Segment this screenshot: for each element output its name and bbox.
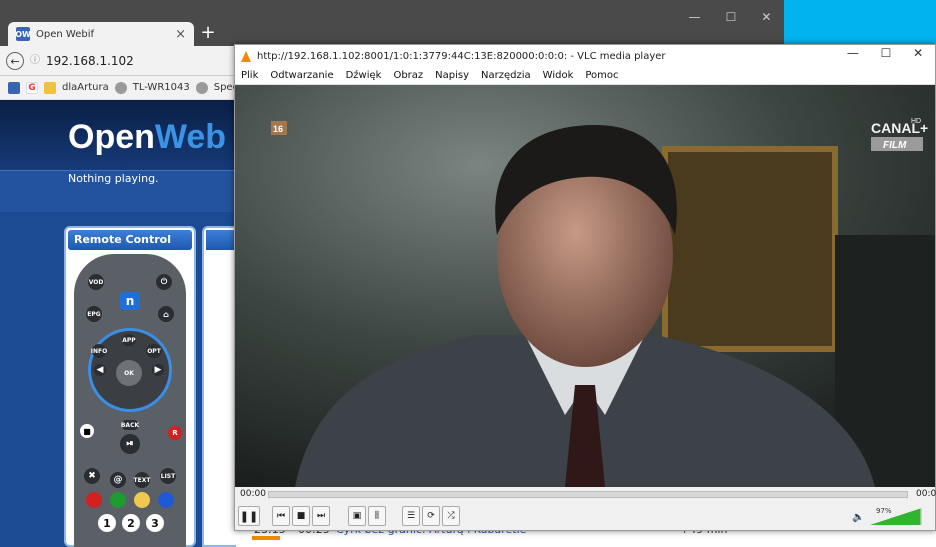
close-tab-icon[interactable]: ×: [175, 27, 186, 42]
speaker-icon[interactable]: 🔈: [852, 512, 864, 523]
menu-obraz[interactable]: Obraz: [393, 70, 423, 81]
minimize-icon[interactable]: —: [847, 46, 859, 66]
text-button[interactable]: TEXT: [134, 472, 150, 488]
vlc-menubar: Plik Odtwarzanie Dźwięk Obraz Napisy Nar…: [235, 67, 935, 85]
url-input[interactable]: 192.168.1.102: [46, 54, 134, 68]
blue-button[interactable]: [158, 492, 174, 508]
shuffle-icon[interactable]: ⤮: [442, 506, 460, 526]
browser-tab[interactable]: OW Open Webif ×: [8, 22, 194, 46]
menu-plik[interactable]: Plik: [241, 70, 258, 81]
browser-window-controls: — ☐ ✕: [676, 10, 784, 30]
video-area[interactable]: CANAL+ HD FILM 16: [235, 85, 935, 487]
loop-icon[interactable]: ⟳: [422, 506, 440, 526]
home-portal-button[interactable]: n: [120, 292, 140, 310]
painting: [662, 146, 838, 352]
stop-icon[interactable]: ■: [292, 506, 310, 526]
menu-widok[interactable]: Widok: [543, 70, 574, 81]
bookmark-dlaartura[interactable]: dlaArtura: [62, 82, 109, 93]
vlc-title-text: http://192.168.1.102:8001/1:0:1:3779:44C…: [257, 50, 666, 62]
playlist-icon[interactable]: ☰: [402, 506, 420, 526]
menu-napisy[interactable]: Napisy: [435, 70, 469, 81]
epg-progress: [252, 536, 280, 540]
opt-button[interactable]: OPT: [146, 344, 162, 358]
remote-control-title: Remote Control: [68, 230, 192, 250]
home-icon[interactable]: ⌂: [158, 306, 174, 322]
digit-1-button[interactable]: 1: [98, 514, 116, 532]
bookmark-tl-wr1043[interactable]: TL-WR1043: [133, 82, 190, 93]
list-button[interactable]: LIST: [160, 468, 176, 484]
vod-button[interactable]: VOD: [88, 274, 104, 290]
power-icon[interactable]: ⏻: [156, 274, 172, 290]
video-frame: CANAL+ HD FILM 16: [235, 85, 935, 487]
openwebif-favicon-icon: OW: [15, 27, 31, 41]
vlc-controls: [235, 502, 935, 530]
close-icon[interactable]: ✕: [913, 46, 923, 66]
at-icon[interactable]: @: [110, 472, 126, 488]
menu-narzedzia[interactable]: Narzędzia: [481, 70, 531, 81]
vlc-window-controls: — ☐ ✕: [836, 46, 934, 66]
tab-title: Open Webif: [36, 28, 94, 40]
fullscreen-icon[interactable]: ▣: [348, 506, 366, 526]
digit-3-button[interactable]: 3: [146, 514, 164, 532]
yellow-button[interactable]: [134, 492, 150, 508]
apps-icon[interactable]: [8, 81, 20, 94]
next-icon[interactable]: ⏭: [312, 506, 330, 526]
channel-logo-film: FILM: [883, 140, 907, 151]
channel-logo-hd: HD: [911, 118, 921, 125]
google-icon[interactable]: G: [26, 81, 38, 94]
vlc-titlebar: http://192.168.1.102:8001/1:0:1:3779:44C…: [235, 45, 935, 67]
menu-dzwiek[interactable]: Dźwięk: [346, 70, 382, 81]
menu-odtwarzanie[interactable]: Odtwarzanie: [270, 70, 333, 81]
volume-percent: 97%: [876, 507, 892, 515]
digit-2-button[interactable]: 2: [122, 514, 140, 532]
globe-icon: [114, 81, 127, 94]
vlc-cone-icon: [241, 50, 251, 62]
menu-pomoc[interactable]: Pomoc: [585, 70, 618, 81]
new-tab-button[interactable]: +: [198, 22, 218, 44]
back-button[interactable]: BACK: [121, 420, 139, 430]
info-icon[interactable]: ⓘ: [28, 54, 42, 68]
extended-settings-icon[interactable]: ⫼: [368, 506, 386, 526]
now-playing-text: Nothing playing.: [68, 172, 159, 185]
minimize-icon[interactable]: —: [689, 10, 701, 30]
epg-button[interactable]: EPG: [86, 306, 102, 322]
mute-icon[interactable]: ✖: [84, 468, 100, 484]
app-button[interactable]: APP: [122, 334, 136, 346]
maximize-icon[interactable]: ☐: [881, 46, 892, 66]
stop-icon[interactable]: ■: [80, 424, 94, 438]
back-arrow-icon[interactable]: ←: [6, 52, 24, 70]
close-icon[interactable]: ✕: [761, 10, 771, 30]
left-arrow-icon[interactable]: ◀: [94, 364, 106, 376]
globe-icon: [195, 81, 208, 94]
total-time: 00:0: [916, 489, 936, 499]
remote-control: VOD ⏻ n EPG ⌂ INFO OPT APP OK ◀ ▶ BACK ■…: [74, 254, 186, 547]
maximize-icon[interactable]: ☐: [726, 10, 737, 30]
green-button[interactable]: [110, 492, 126, 508]
play-pause-icon[interactable]: ⏯: [120, 434, 140, 454]
record-icon[interactable]: R: [168, 426, 182, 440]
pause-icon[interactable]: ❚❚: [238, 506, 260, 526]
red-button[interactable]: [86, 492, 102, 508]
previous-icon[interactable]: ⏮: [272, 506, 290, 526]
seek-slider[interactable]: [268, 491, 908, 498]
info-button[interactable]: INFO: [91, 344, 107, 358]
right-arrow-icon[interactable]: ▶: [152, 364, 164, 376]
elapsed-time: 00:00: [240, 489, 266, 499]
openwebif-logo: OpenWeb: [68, 118, 227, 156]
folder-icon: [44, 81, 56, 94]
age-rating-text: 16: [273, 124, 283, 134]
ok-button[interactable]: OK: [116, 360, 142, 386]
